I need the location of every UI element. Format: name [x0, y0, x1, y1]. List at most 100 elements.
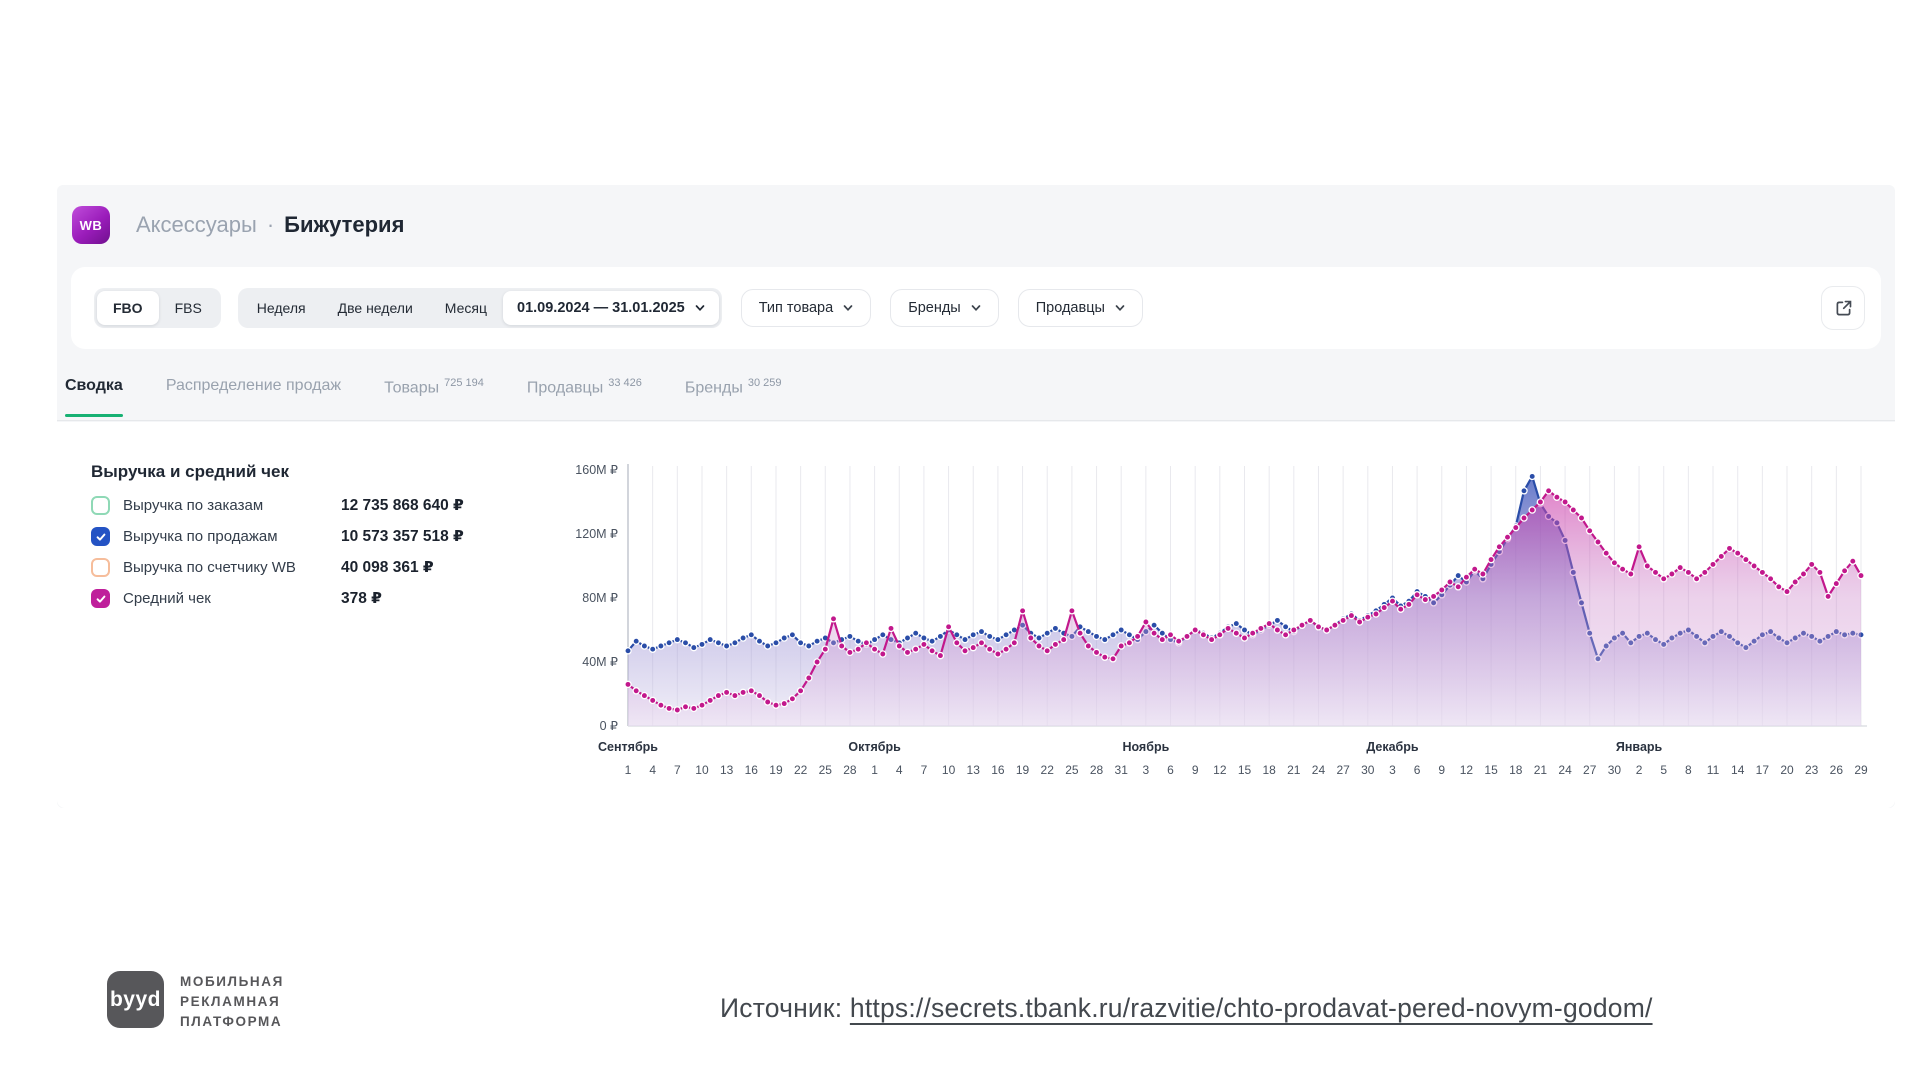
svg-text:27: 27 — [1583, 763, 1597, 777]
source-link[interactable]: https://secrets.tbank.ru/razvitie/chto-p… — [850, 993, 1653, 1023]
summary-panel: Выручка и средний чек Выручка по заказам… — [57, 422, 1895, 808]
chevron-down-icon — [695, 303, 705, 313]
external-link-icon — [1834, 299, 1853, 318]
svg-text:18: 18 — [1262, 763, 1276, 777]
svg-text:13: 13 — [720, 763, 734, 777]
dropdown-бренды[interactable]: Бренды — [890, 289, 999, 327]
svg-text:16: 16 — [745, 763, 759, 777]
tab-сводка[interactable]: Сводка — [65, 377, 123, 417]
check-icon — [95, 531, 107, 543]
chevron-down-icon — [971, 303, 981, 313]
svg-text:21: 21 — [1534, 763, 1548, 777]
breadcrumb: Аксессуары · Бижутерия — [136, 212, 404, 238]
checkbox-unchecked[interactable] — [91, 558, 110, 577]
open-external-button[interactable] — [1821, 286, 1865, 330]
legend-title: Выручка и средний чек — [91, 462, 531, 482]
source-line: Источник: https://secrets.tbank.ru/razvi… — [720, 993, 1653, 1024]
svg-text:9: 9 — [1192, 763, 1199, 777]
svg-text:6: 6 — [1414, 763, 1421, 777]
svg-text:25: 25 — [1065, 763, 1079, 777]
legend-item: Выручка по заказам12 735 868 640 ₽ — [91, 496, 531, 515]
svg-text:21: 21 — [1287, 763, 1301, 777]
byyd-logo: byyd — [107, 971, 164, 1028]
svg-text:22: 22 — [794, 763, 808, 777]
breadcrumb-parent[interactable]: Аксессуары — [136, 212, 257, 238]
period-option[interactable]: Две недели — [322, 291, 429, 325]
chevron-down-icon — [1115, 303, 1125, 313]
svg-text:10: 10 — [942, 763, 956, 777]
svg-text:13: 13 — [967, 763, 981, 777]
svg-text:Октябрь: Октябрь — [848, 740, 901, 754]
tab-count-badge: 725 194 — [444, 377, 484, 389]
svg-text:8: 8 — [1685, 763, 1692, 777]
legend-value: 40 098 361 ₽ — [341, 558, 434, 577]
breadcrumb-separator: · — [267, 212, 274, 238]
tab-продавцы[interactable]: Продавцы33 426 — [527, 377, 642, 419]
svg-text:15: 15 — [1484, 763, 1498, 777]
svg-text:23: 23 — [1805, 763, 1819, 777]
byyd-tagline: МОБИЛЬНАЯРЕКЛАМНАЯПЛАТФОРМА — [180, 971, 284, 1032]
dashboard-header: WB Аксессуары · Бижутерия — [57, 185, 1895, 265]
svg-text:11: 11 — [1707, 763, 1720, 777]
filter-bar: FBOFBS НеделяДве неделиМесяц01.09.2024 —… — [71, 267, 1881, 349]
svg-text:28: 28 — [843, 763, 857, 777]
legend-value: 378 ₽ — [341, 589, 382, 608]
svg-text:120M ₽: 120M ₽ — [575, 527, 618, 541]
legend-value: 12 735 868 640 ₽ — [341, 496, 464, 515]
svg-text:6: 6 — [1167, 763, 1174, 777]
revenue-chart: 1Сентябрь47101316192225281Октябрь4710131… — [560, 458, 1895, 806]
svg-text:19: 19 — [1016, 763, 1030, 777]
check-icon — [95, 593, 107, 605]
svg-text:14: 14 — [1731, 763, 1745, 777]
svg-text:0 ₽: 0 ₽ — [600, 719, 618, 733]
svg-text:80M ₽: 80M ₽ — [582, 591, 618, 605]
svg-text:17: 17 — [1756, 763, 1770, 777]
source-label: Источник: — [720, 993, 842, 1023]
legend-item: Средний чек378 ₽ — [91, 589, 531, 608]
svg-text:3: 3 — [1389, 763, 1396, 777]
svg-text:18: 18 — [1509, 763, 1523, 777]
svg-text:Ноябрь: Ноябрь — [1122, 740, 1169, 754]
dropdown-тип-товара[interactable]: Тип товара — [741, 289, 871, 327]
byyd-brand: byyd МОБИЛЬНАЯРЕКЛАМНАЯПЛАТФОРМА — [107, 971, 284, 1032]
svg-text:25: 25 — [819, 763, 833, 777]
svg-text:29: 29 — [1854, 763, 1868, 777]
tab-count-badge: 30 259 — [748, 377, 782, 389]
period-selector: НеделяДве неделиМесяц01.09.2024 — 31.01.… — [238, 288, 722, 328]
svg-text:2: 2 — [1636, 763, 1643, 777]
svg-text:28: 28 — [1090, 763, 1104, 777]
svg-text:20: 20 — [1780, 763, 1794, 777]
svg-text:7: 7 — [921, 763, 928, 777]
svg-text:4: 4 — [649, 763, 656, 777]
analytics-dashboard: WB Аксессуары · Бижутерия FBOFBS НеделяД… — [57, 185, 1895, 808]
svg-text:Декабрь: Декабрь — [1366, 740, 1419, 754]
tabs-bar: Сводка Распределение продаж Товары725 194 П… — [57, 371, 1895, 421]
svg-text:1: 1 — [871, 763, 878, 777]
fulfillment-option-fbs[interactable]: FBS — [159, 291, 218, 325]
svg-text:24: 24 — [1558, 763, 1572, 777]
svg-text:Сентябрь: Сентябрь — [598, 740, 658, 754]
svg-text:Январь: Январь — [1616, 740, 1663, 754]
date-range-picker[interactable]: 01.09.2024 — 31.01.2025 — [503, 291, 719, 325]
svg-text:30: 30 — [1608, 763, 1622, 777]
checkbox-unchecked[interactable] — [91, 496, 110, 515]
dropdown-продавцы[interactable]: Продавцы — [1018, 289, 1143, 327]
svg-text:31: 31 — [1115, 763, 1129, 777]
svg-text:15: 15 — [1238, 763, 1252, 777]
period-option[interactable]: Неделя — [241, 291, 322, 325]
legend-value: 10 573 357 518 ₽ — [341, 527, 464, 546]
fulfillment-option-fbo[interactable]: FBO — [97, 291, 159, 325]
svg-text:10: 10 — [695, 763, 709, 777]
period-option[interactable]: Месяц — [429, 291, 503, 325]
legend-label: Выручка по продажам — [123, 528, 341, 545]
breadcrumb-current: Бижутерия — [284, 212, 404, 238]
svg-text:12: 12 — [1460, 763, 1474, 777]
chevron-down-icon — [843, 303, 853, 313]
checkbox-checked[interactable] — [91, 527, 110, 546]
svg-text:27: 27 — [1336, 763, 1350, 777]
checkbox-checked[interactable] — [91, 589, 110, 608]
svg-text:30: 30 — [1361, 763, 1375, 777]
tab-товары[interactable]: Товары725 194 — [384, 377, 484, 419]
tab-распределение-продаж[interactable]: Распределение продаж — [166, 377, 341, 417]
tab-бренды[interactable]: Бренды30 259 — [685, 377, 782, 419]
